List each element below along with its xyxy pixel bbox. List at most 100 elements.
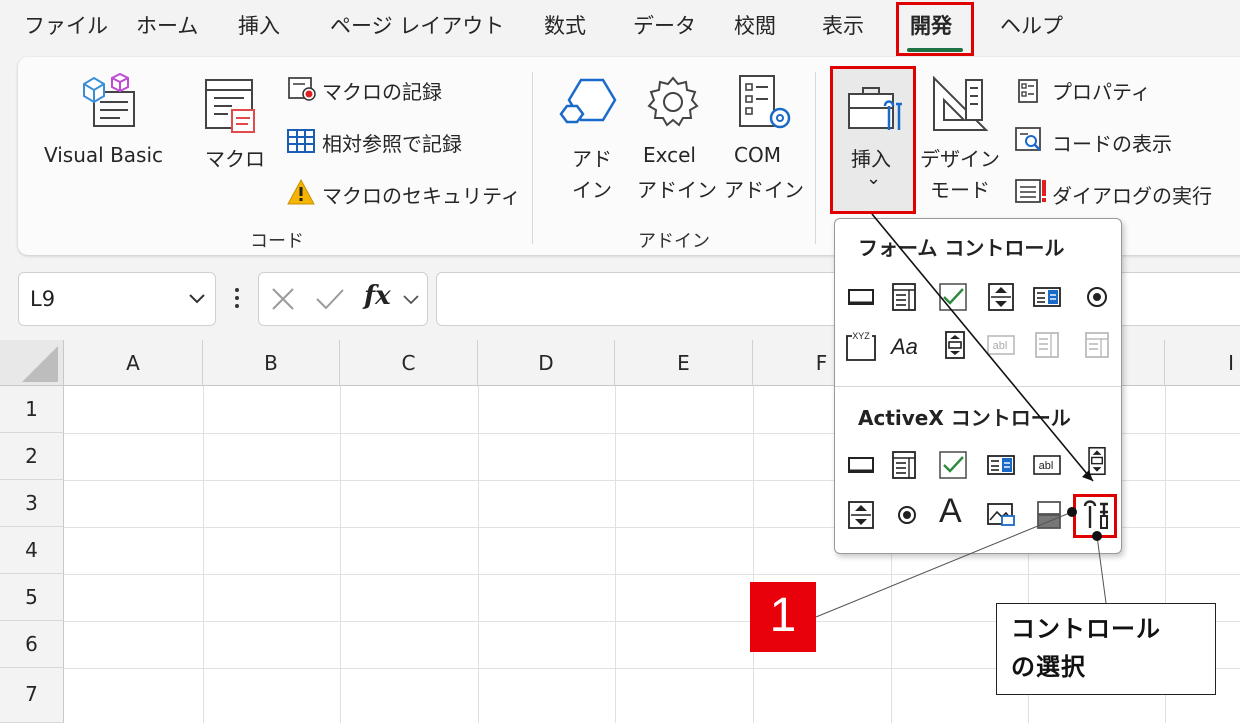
select-all-corner[interactable] [0,340,64,386]
addins-group-label: アドイン [638,231,710,252]
visual-basic-label: Visual Basic [44,143,164,167]
column-header-b[interactable]: B [203,340,340,386]
excel-addins-label-line2: アドイン [637,178,717,202]
form-combo-dropdown-edit-icon [1085,332,1109,358]
com-addins-label-line1: COM [734,143,781,167]
tab-file[interactable]: ファイル [24,10,108,40]
activex-combo-box-icon[interactable] [889,450,919,480]
activex-text-box-icon[interactable]: abl [1032,450,1062,480]
activex-scroll-bar-icon[interactable] [1082,446,1112,476]
chevron-down-icon: ⌄ [866,168,882,189]
form-combo-box-icon[interactable] [889,282,919,312]
macro-label: マクロ [205,147,265,171]
column-header-i[interactable]: I [1165,340,1240,386]
code-group-label: コード [250,231,304,252]
callout-line-2: の選択 [1011,653,1086,681]
design-mode-icon [933,75,989,131]
addin-hexagon-icon [559,78,617,124]
row-header-6[interactable]: 6 [0,621,64,668]
visual-basic-icon [83,72,135,127]
tab-data[interactable]: データ [633,10,696,40]
chevron-down-icon[interactable] [188,292,206,306]
gear-icon [647,76,699,127]
column-header-c[interactable]: C [340,340,478,386]
relative-reference-icon [287,129,315,153]
row-header-3[interactable]: 3 [0,480,64,527]
macro-icon [205,79,255,133]
dropdown-separator [835,386,1121,387]
properties-label: プロパティ [1052,80,1151,104]
design-mode-label-line1: デザイン [920,147,1000,171]
chevron-down-icon[interactable] [402,294,420,306]
form-checkbox-icon[interactable] [938,282,968,312]
grid-line [753,386,754,723]
form-group-box-caption: XYZ [852,331,870,341]
insert-function-button[interactable]: fx [364,281,391,311]
macro-security-label: マクロのセキュリティ [322,184,521,208]
design-mode-label-line2: モード [930,178,990,202]
form-label-control[interactable]: Aa [891,334,918,360]
select-all-triangle-icon [22,346,58,382]
activex-list-box-icon[interactable] [986,450,1016,480]
column-header-d[interactable]: D [478,340,615,386]
name-box-value: L9 [30,287,56,311]
tab-review[interactable]: 校閲 [734,10,776,40]
activex-spin-button-icon[interactable] [846,500,876,530]
cancel-icon[interactable] [270,286,296,312]
activex-label-control[interactable]: A [939,492,962,531]
activex-image-icon[interactable] [986,500,1016,530]
toolbox-icon [848,87,902,130]
form-button-icon[interactable] [846,282,876,312]
tab-formulas[interactable]: 数式 [544,10,586,40]
grid-line [615,386,616,723]
column-header-e[interactable]: E [615,340,753,386]
annotation-callout: コントロール の選択 [996,603,1216,695]
grid-line [64,574,1240,575]
tab-view[interactable]: 表示 [822,10,864,40]
form-combo-list-edit-icon [1035,332,1059,358]
menu-bar: ファイル ホーム 挿入 ページ レイアウト 数式 データ 校閲 表示 開発 ヘル… [0,0,1240,56]
tab-help[interactable]: ヘルプ [1000,10,1063,40]
form-group-box-icon[interactable]: XYZ [844,330,878,362]
com-addin-icon [739,75,791,129]
grid-line [478,386,479,723]
column-header-a[interactable]: A [64,340,203,386]
addins-label-line1: アド [572,147,612,171]
row-header-5[interactable]: 5 [0,574,64,621]
form-list-box-icon[interactable] [1032,282,1062,312]
row-header-7[interactable]: 7 [0,668,64,723]
view-code-icon [1015,127,1041,151]
row-header-1[interactable]: 1 [0,386,64,433]
record-macro-icon [288,77,316,101]
form-spin-button-icon[interactable] [986,282,1016,312]
warning-icon [287,178,315,205]
more-controls-highlight [1073,494,1117,538]
developer-tab-highlight [896,2,974,56]
form-scroll-bar-icon[interactable] [940,330,970,360]
run-dialog-icon [1015,179,1046,203]
enter-check-icon[interactable] [314,286,346,312]
form-option-button-icon[interactable] [1082,282,1112,312]
activex-controls-heading: ActiveX コントロール [858,406,1071,430]
relative-reference-label: 相対参照で記録 [322,132,462,156]
form-text-field-caption: abl [993,340,1008,352]
view-code-label: コードの表示 [1052,132,1172,156]
step-number-badge: 1 [750,582,816,652]
activex-command-button-icon[interactable] [846,450,876,480]
activex-checkbox-icon[interactable] [938,450,968,480]
more-options-icon[interactable] [232,286,242,310]
tab-insert[interactable]: 挿入 [238,10,280,40]
group-separator [532,72,533,244]
grid-line [203,386,204,723]
run-dialog-label: ダイアログの実行 [1052,184,1212,208]
tab-home[interactable]: ホーム [136,10,198,40]
activex-toggle-button-icon[interactable] [1034,500,1064,530]
row-header-4[interactable]: 4 [0,527,64,574]
row-header-2[interactable]: 2 [0,433,64,480]
form-text-field-icon: abl [987,335,1015,355]
callout-line-1: コントロール [1011,615,1161,643]
record-macro-label: マクロの記録 [322,80,442,104]
activex-option-button-icon[interactable] [892,500,922,530]
tab-page-layout[interactable]: ページ レイアウト [330,10,504,40]
grid-line [340,386,341,723]
